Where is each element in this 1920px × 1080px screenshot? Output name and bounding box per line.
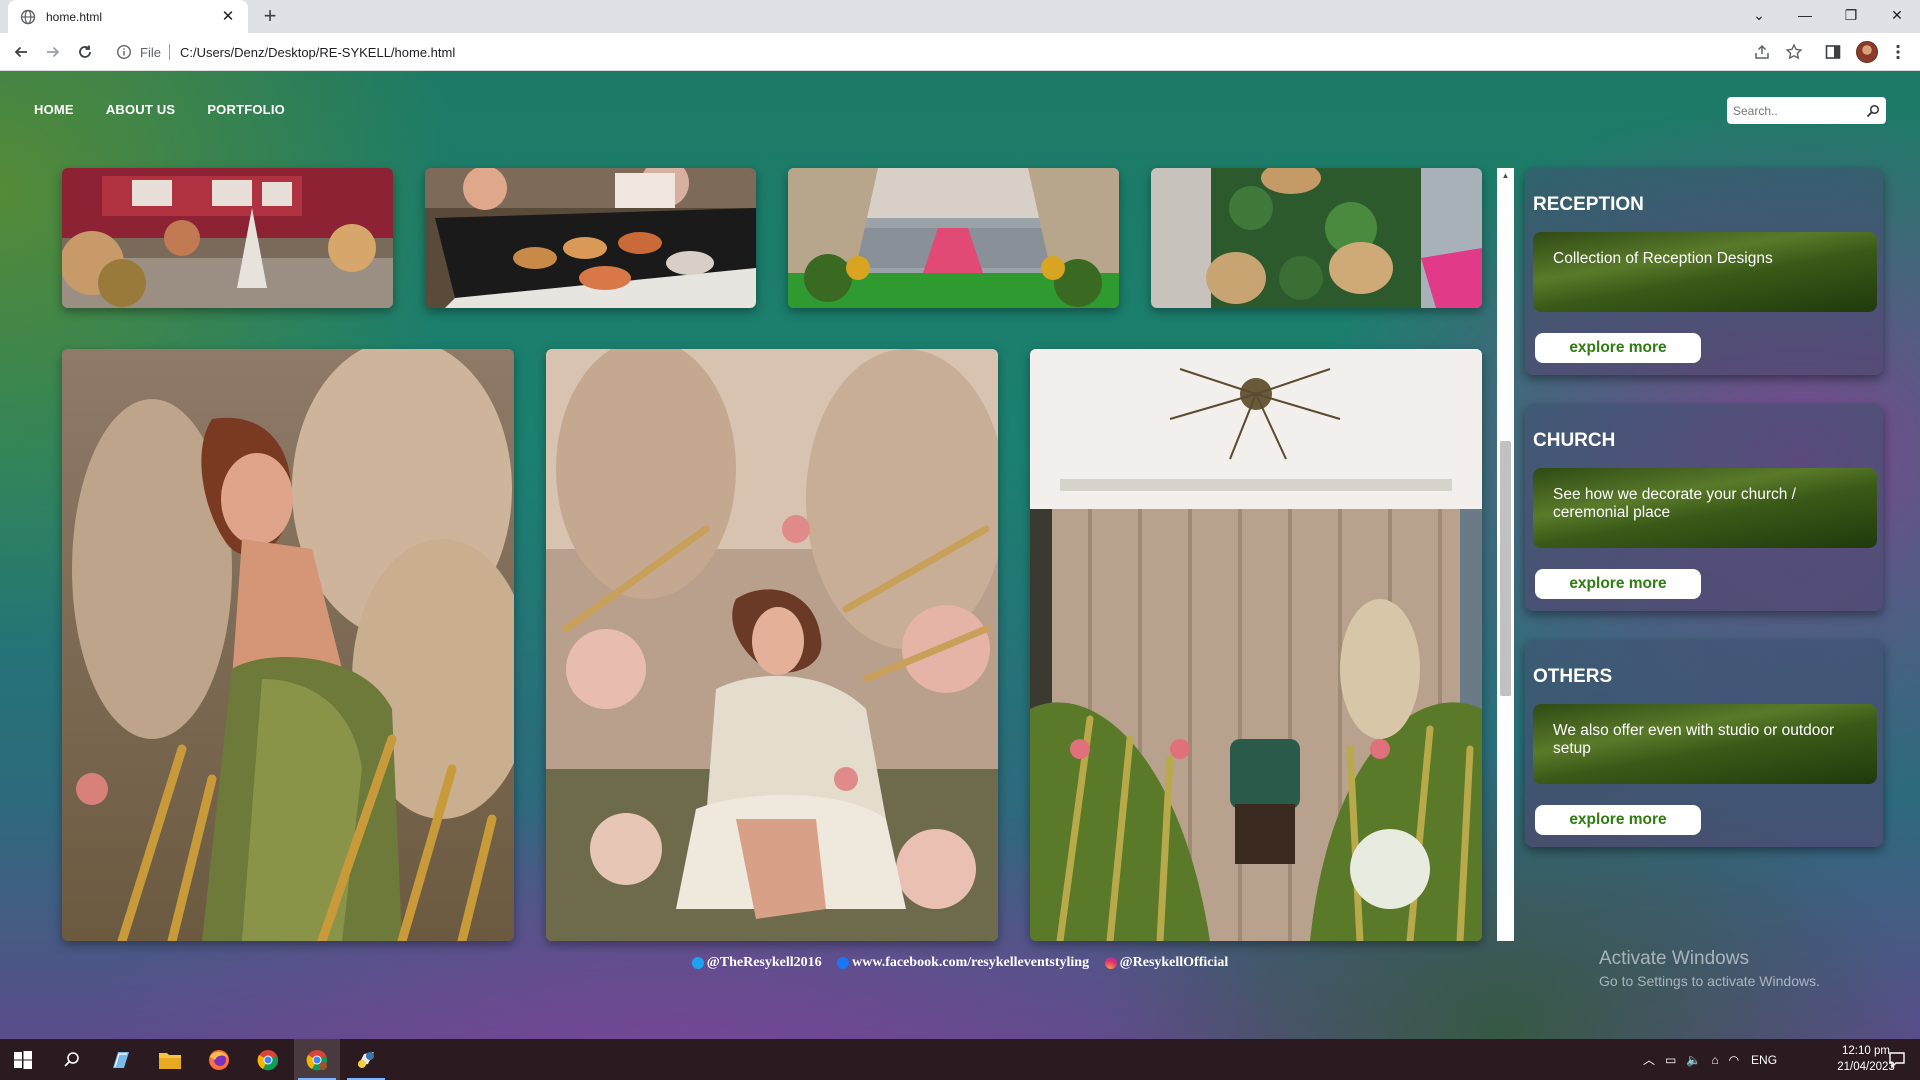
taskbar-firefox[interactable] [196,1039,242,1080]
taskbar-chrome-profile-active[interactable] [294,1039,340,1080]
back-arrow-icon [14,46,27,58]
notification-icon [1889,1051,1905,1069]
start-button[interactable] [0,1039,46,1080]
reload-button[interactable] [73,40,97,64]
taskbar-notepad-app[interactable] [98,1039,144,1080]
category-card-reception: RECEPTION Collection of Reception Design… [1525,168,1883,375]
scroll-up-arrow-icon[interactable]: ▲ [1500,172,1511,180]
side-panel-icon[interactable] [1823,42,1843,62]
network-icon[interactable]: ⌂ [1711,1053,1718,1067]
footer-twitter-link[interactable]: @TheResykell2016 [691,955,822,971]
battery-icon[interactable]: ▭ [1665,1053,1676,1067]
photo-buffet-table[interactable] [425,168,756,308]
photo-green-wall-fans[interactable] [1151,168,1482,308]
forward-button[interactable] [41,40,65,64]
profile-avatar[interactable] [1856,41,1878,63]
search-input[interactable]: Search.. [1727,97,1886,124]
photo-woman-sitting-flowers[interactable] [546,349,998,941]
nav-home[interactable]: HOME [34,102,74,117]
explore-more-button[interactable]: explore more [1535,805,1701,835]
chrome-icon [257,1049,278,1070]
card-description-panel: See how we decorate your church / ceremo… [1533,468,1877,548]
webpage: HOME ABOUT US PORTFOLIO Search.. ▲ RECEP… [0,71,1920,1039]
info-icon[interactable] [116,44,132,60]
taskbar-python-idle[interactable] [343,1039,389,1080]
minimize-button[interactable]: — [1782,0,1828,30]
url-text[interactable]: C:/Users/Denz/Desktop/RE-SYKELL/home.htm… [180,45,455,60]
language-indicator[interactable]: ENG [1751,1053,1777,1067]
card-description-panel: Collection of Reception Designs [1533,232,1877,312]
firefox-icon [209,1049,229,1070]
close-tab-icon[interactable]: ✕ [220,8,236,25]
address-bar[interactable]: File C:/Users/Denz/Desktop/RE-SYKELL/hom… [108,37,1748,67]
share-icon[interactable] [1752,42,1772,62]
watermark-title: Activate Windows [1599,948,1749,969]
photo-gallery [52,168,1514,941]
footer-instagram-link[interactable]: @ResykellOfficial [1104,955,1229,971]
photo-curtain-chair-flowers[interactable] [1030,349,1482,941]
search-icon[interactable] [1866,104,1880,118]
explore-more-button[interactable]: explore more [1535,569,1701,599]
search-placeholder: Search.. [1733,103,1778,118]
restore-button[interactable]: ❐ [1828,0,1874,30]
card-description: Collection of Reception Designs [1553,250,1773,267]
forward-arrow-icon [47,46,60,58]
facebook-icon [837,957,850,969]
folder-icon [159,1052,181,1069]
twitter-icon [691,957,704,969]
notifications-button[interactable] [1874,1039,1920,1080]
omnibox-separator [168,44,170,60]
card-title: CHURCH [1533,430,1616,451]
footer-instagram-text: @ResykellOfficial [1119,955,1229,970]
windows-logo-icon [14,1050,32,1069]
activate-windows-watermark: Activate Windows Go to Settings to activ… [1599,948,1820,989]
url-scheme-label: File [140,44,161,60]
watermark-subtitle: Go to Settings to activate Windows. [1599,973,1820,989]
browser-toolbar: File C:/Users/Denz/Desktop/RE-SYKELL/hom… [0,33,1920,71]
close-window-button[interactable]: ✕ [1874,0,1920,30]
windows-taskbar: ︿ ▭ 🔈 ⌂ ◠ ENG 12:10 pm 21/04/2023 [0,1039,1920,1080]
nav-portfolio[interactable]: PORTFOLIO [207,102,285,117]
python-icon [358,1051,374,1068]
taskbar-file-explorer[interactable] [147,1039,193,1080]
volume-icon[interactable]: 🔈 [1686,1053,1701,1067]
card-description-panel: We also offer even with studio or outdoo… [1533,704,1877,784]
tab-search-dropdown-icon[interactable]: ⌄ [1736,0,1782,30]
card-description: See how we decorate your church / ceremo… [1553,486,1796,521]
main-nav: HOME ABOUT US PORTFOLIO [34,102,285,117]
taskbar-search-button[interactable] [49,1039,95,1080]
browser-tab-strip: home.html ✕ + ⌄ — ❐ ✕ [0,0,1920,33]
instagram-icon [1104,957,1117,969]
card-title: OTHERS [1533,666,1613,687]
search-icon [64,1051,79,1067]
gallery-scrollbar-thumb[interactable] [1500,441,1511,696]
photo-woman-pampas-green-dress[interactable] [62,349,514,941]
footer-facebook-link[interactable]: www.facebook.com/resykelleventstyling [837,955,1089,971]
footer-twitter-text: @TheResykell2016 [706,955,822,970]
back-button[interactable] [9,40,33,64]
globe-icon [20,9,36,24]
taskbar-chrome[interactable] [245,1039,291,1080]
card-description: We also offer even with studio or outdoo… [1553,722,1835,757]
bookmark-star-icon[interactable] [1784,42,1804,62]
explore-more-button[interactable]: explore more [1535,333,1701,363]
photo-reception-booth[interactable] [62,168,393,308]
nav-about-us[interactable]: ABOUT US [106,102,176,117]
new-tab-button[interactable]: + [258,5,282,29]
footer-facebook-text: www.facebook.com/resykelleventstyling [852,955,1090,970]
photo-flower-arch[interactable] [788,168,1119,308]
chevron-up-icon[interactable]: ︿ [1643,1051,1655,1068]
category-card-others: OTHERS We also offer even with studio or… [1525,640,1883,847]
browser-tab[interactable]: home.html ✕ [8,0,248,33]
system-tray: ︿ ▭ 🔈 ⌂ ◠ ENG [1643,1039,1777,1080]
wifi-icon[interactable]: ◠ [1729,1053,1739,1067]
tab-title: home.html [46,9,103,24]
kebab-menu-icon[interactable] [1888,42,1908,62]
category-card-church: CHURCH See how we decorate your church /… [1525,404,1883,611]
notepad-icon [113,1051,129,1068]
card-title: RECEPTION [1533,194,1644,215]
reload-icon [79,45,91,58]
chrome-profile-icon [306,1049,327,1070]
